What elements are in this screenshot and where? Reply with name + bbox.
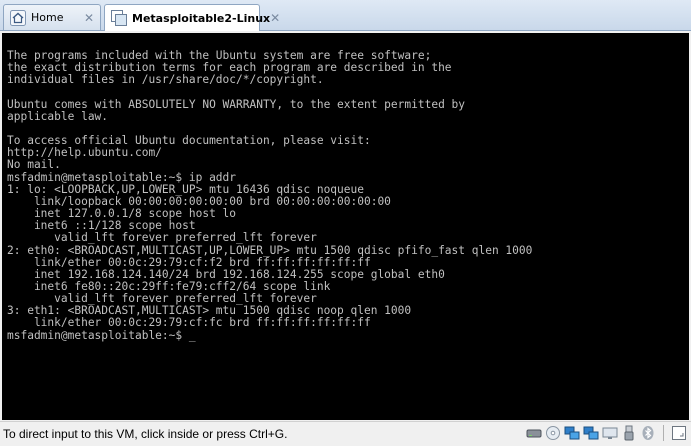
hard-disk-icon[interactable] (526, 425, 542, 441)
console-line: msfadmin@metasploitable:~$ _ (7, 328, 196, 342)
console-line: The programs included with the Ubuntu sy… (7, 49, 432, 62)
tab-metasploitable[interactable]: Metasploitable2-Linux ✕ (104, 4, 280, 31)
device-icons (526, 425, 687, 441)
console-line: msfadmin@metasploitable:~$ ip addr (7, 170, 237, 184)
usb-icon[interactable] (621, 425, 637, 441)
close-icon[interactable]: ✕ (270, 12, 280, 24)
tab-bar: Home ✕ Metasploitable2-Linux ✕ (0, 0, 691, 31)
tab-metasploitable-label: Metasploitable2-Linux (132, 11, 271, 25)
vm-icon (111, 10, 127, 26)
home-icon (10, 9, 26, 26)
console-line: inet 192.168.124.140/24 brd 192.168.124.… (7, 267, 445, 281)
network-adapter-icon[interactable] (564, 425, 580, 441)
cd-drive-icon[interactable] (545, 425, 561, 441)
status-separator (663, 425, 664, 441)
console-line: the exact distribution terms for each pr… (7, 61, 452, 75)
console-line: valid_lft forever preferred_lft forever (7, 292, 317, 306)
console-line: inet 127.0.0.1/8 scope host lo (7, 207, 237, 221)
console-line: 3: eth1: <BROADCAST,MULTICAST> mtu 1500 … (7, 304, 412, 318)
console-line: individual files in /usr/share/doc/*/cop… (7, 73, 324, 87)
console-output: The programs included with the Ubuntu sy… (2, 33, 689, 342)
display-icon[interactable] (602, 425, 618, 441)
console-line: inet6 ::1/128 scope host (7, 219, 196, 233)
network-adapter-2-icon[interactable] (583, 425, 599, 441)
status-bar: To direct input to this VM, click inside… (0, 421, 691, 446)
console-line: To access official Ubuntu documentation,… (7, 134, 371, 148)
console-line: applicable law. (7, 109, 109, 123)
console-line: link/loopback 00:00:00:00:00:00 brd 00:0… (7, 194, 391, 208)
fit-window-icon[interactable] (671, 425, 687, 441)
console-line: Ubuntu comes with ABSOLUTELY NO WARRANTY… (7, 97, 466, 111)
console-line: No mail. (7, 158, 61, 172)
close-icon[interactable]: ✕ (84, 12, 94, 24)
tab-home[interactable]: Home ✕ (3, 4, 101, 30)
bluetooth-icon[interactable] (640, 425, 656, 441)
console-line: inet6 fe80::20c:29ff:fe79:cff2/64 scope … (7, 279, 331, 293)
tab-home-label: Home (31, 11, 64, 24)
console-line: link/ether 00:0c:29:79:cf:fc brd ff:ff:f… (7, 316, 371, 330)
console-line: 2: eth0: <BROADCAST,MULTICAST,UP,LOWER_U… (7, 243, 533, 257)
console-line: valid_lft forever preferred_lft forever (7, 231, 317, 245)
vm-console[interactable]: The programs included with the Ubuntu sy… (2, 33, 689, 420)
console-line: link/ether 00:0c:29:79:cf:f2 brd ff:ff:f… (7, 255, 371, 269)
console-line: 1: lo: <LOOPBACK,UP,LOWER_UP> mtu 16436 … (7, 182, 364, 196)
status-message: To direct input to this VM, click inside… (3, 427, 288, 441)
console-line: http://help.ubuntu.com/ (7, 146, 162, 160)
